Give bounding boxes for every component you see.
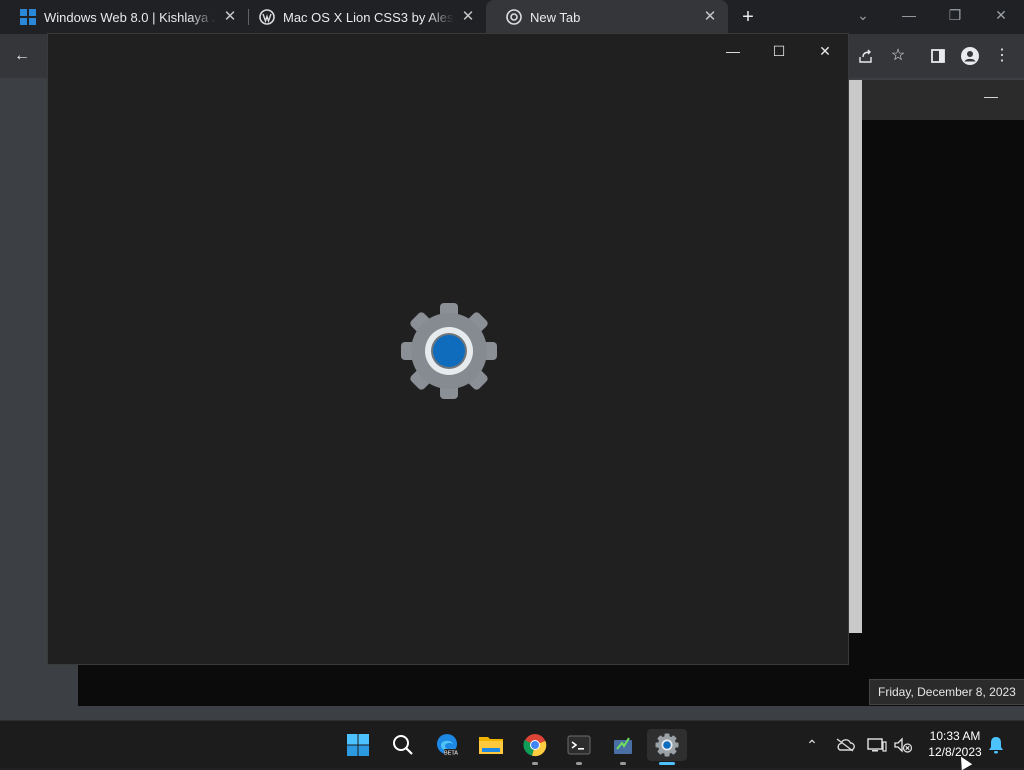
windows-logo-icon xyxy=(20,9,36,25)
start-button[interactable] xyxy=(338,729,378,761)
taskbar: BETA ⌃ 10:33 AM 12/8/2023 xyxy=(0,720,1024,768)
tab-mac-os-lion[interactable]: Mac OS X Lion CSS3 by Alessio Atzeni ✕ xyxy=(239,0,486,34)
tab-title: Windows Web 8.0 | Kishlaya Jaiswal xyxy=(44,9,216,25)
settings-splash-window: — ☐ ✕ xyxy=(47,33,849,665)
tab-search-chevron-icon[interactable]: ⌄ xyxy=(850,4,876,26)
tab-title: New Tab xyxy=(530,9,581,25)
background-window-titlebar: — xyxy=(862,80,1024,120)
chrome-button[interactable] xyxy=(515,729,555,765)
scrollbar[interactable] xyxy=(848,80,862,633)
running-indicator xyxy=(576,762,582,765)
gear-icon xyxy=(400,302,498,400)
profile-icon[interactable] xyxy=(958,44,982,68)
running-indicator xyxy=(620,762,626,765)
network-icon[interactable] xyxy=(865,733,889,757)
close-icon[interactable]: ✕ xyxy=(810,40,840,62)
share-icon[interactable] xyxy=(854,44,878,68)
folder-icon xyxy=(479,737,503,754)
bookmark-star-icon[interactable]: ☆ xyxy=(886,44,910,68)
new-tab-button[interactable]: + xyxy=(738,7,758,27)
terminal-icon xyxy=(567,735,591,755)
settings-button[interactable] xyxy=(647,729,687,765)
tab-title: Mac OS X Lion CSS3 by Alessio Atzeni xyxy=(283,9,454,25)
tab-windows-web[interactable]: Windows Web 8.0 | Kishlaya Jaiswal ✕ xyxy=(0,0,248,34)
close-window-icon[interactable]: ✕ xyxy=(988,4,1014,26)
onedrive-cloud-icon[interactable] xyxy=(833,733,857,757)
app-icon xyxy=(614,737,632,754)
minimize-icon[interactable]: — xyxy=(896,4,922,26)
browser-tabstrip: Windows Web 8.0 | Kishlaya Jaiswal ✕ Mac… xyxy=(0,0,1024,34)
taskbar-clock[interactable]: 10:33 AM 12/8/2023 xyxy=(916,728,994,760)
search-button[interactable] xyxy=(383,729,423,761)
side-panel-icon[interactable] xyxy=(926,44,950,68)
close-tab-icon[interactable]: ✕ xyxy=(222,9,238,25)
clock-time: 10:33 AM xyxy=(929,729,981,743)
restore-icon[interactable]: ❐ xyxy=(942,4,968,26)
svg-text:BETA: BETA xyxy=(444,751,458,757)
terminal-button[interactable] xyxy=(559,729,599,765)
running-indicator xyxy=(532,762,538,765)
minimize-icon[interactable]: — xyxy=(718,40,748,62)
date-tooltip: Friday, December 8, 2023 xyxy=(869,679,1024,705)
back-arrow-icon[interactable]: ← xyxy=(10,44,34,68)
maximize-icon[interactable]: ☐ xyxy=(764,40,794,62)
notification-bell-icon[interactable] xyxy=(984,733,1008,757)
file-explorer-button[interactable] xyxy=(471,729,511,761)
chrome-icon xyxy=(523,734,547,757)
close-tab-icon[interactable]: ✕ xyxy=(702,9,718,25)
clock-date: 12/8/2023 xyxy=(928,745,982,759)
gear-icon xyxy=(655,733,679,757)
chrome-icon xyxy=(506,9,522,25)
more-menu-icon[interactable]: ⋮ xyxy=(990,44,1014,68)
close-tab-icon[interactable]: ✕ xyxy=(460,9,476,25)
show-hidden-icons-chevron-icon[interactable]: ⌃ xyxy=(800,733,824,757)
windows-start-icon xyxy=(347,734,369,756)
volume-muted-icon[interactable] xyxy=(891,733,915,757)
app-button[interactable] xyxy=(603,729,643,765)
edge-beta-button[interactable]: BETA xyxy=(427,729,467,761)
tab-new-tab[interactable]: New Tab ✕ xyxy=(486,0,728,34)
edge-beta-icon: BETA xyxy=(437,734,458,757)
active-indicator xyxy=(659,762,675,765)
wordpress-icon xyxy=(259,9,275,25)
search-icon xyxy=(393,735,413,755)
minimize-icon[interactable]: — xyxy=(984,88,998,104)
